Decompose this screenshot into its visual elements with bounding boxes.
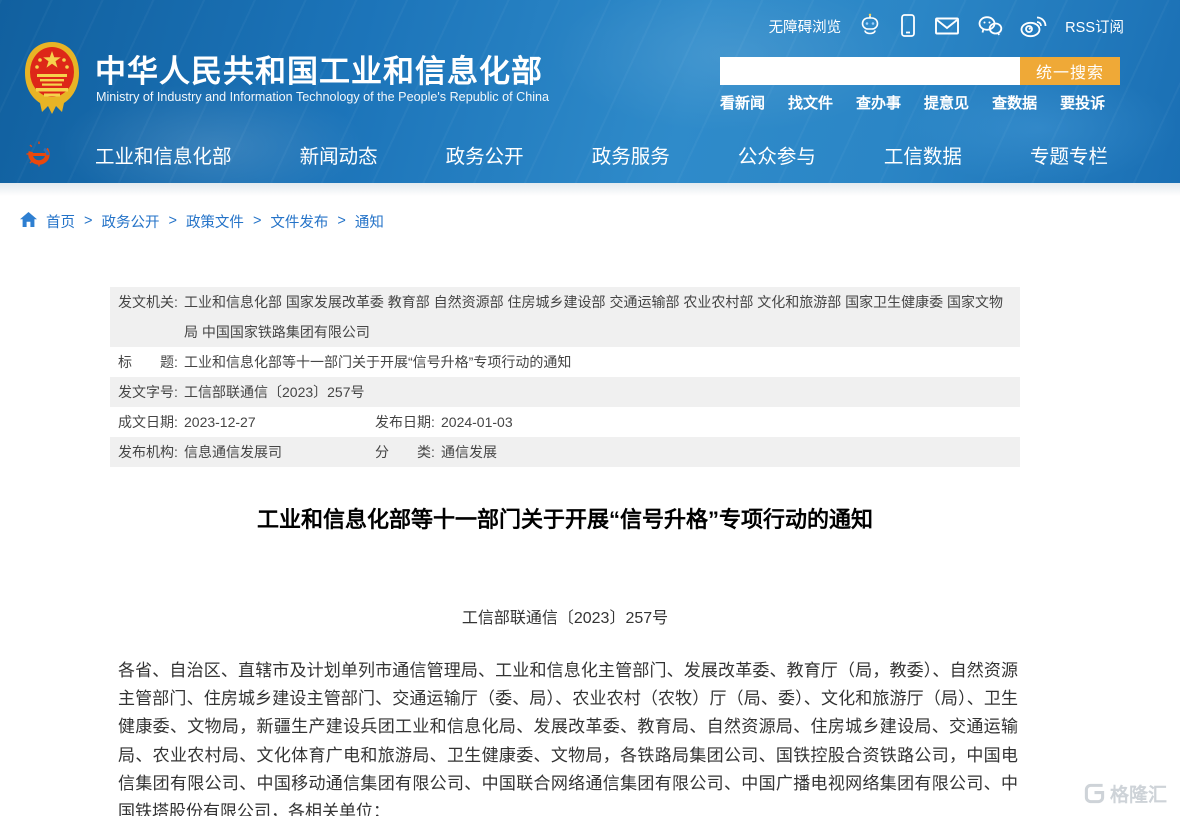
main-nav: 工业和信息化部 新闻动态 政务公开 政务服务 公众参与 工信数据 专题专栏 [0, 125, 1180, 183]
breadcrumb-gov-disclosure[interactable]: 政务公开 [101, 211, 159, 232]
breadcrumb-notice[interactable]: 通知 [355, 211, 384, 232]
gelonghui-logo-icon [1084, 783, 1105, 804]
mobile-icon[interactable] [899, 13, 917, 39]
home-icon[interactable] [20, 212, 37, 231]
quick-link-services[interactable]: 查办事 [856, 92, 901, 113]
quick-link-files[interactable]: 找文件 [788, 92, 833, 113]
breadcrumb-separator: > [253, 213, 261, 229]
quick-links: 看新闻 找文件 查办事 提意见 查数据 要投诉 [720, 92, 1105, 113]
search-input[interactable] [720, 57, 1020, 85]
quick-link-data[interactable]: 查数据 [992, 92, 1037, 113]
accessibility-link[interactable]: 无障碍浏览 [769, 16, 842, 37]
meta-value: 通信发展 [441, 437, 1020, 467]
page: 无障碍浏览 [0, 0, 1180, 816]
meta-label: 标 题: [110, 347, 184, 377]
miit-swirl-logo-icon [25, 140, 53, 168]
site-subtitle: Ministry of Industry and Information Tec… [96, 90, 549, 104]
meta-label: 发布日期: [367, 407, 441, 437]
topbar: 无障碍浏览 [769, 13, 1124, 39]
wechat-icon[interactable] [977, 15, 1003, 37]
weibo-icon[interactable] [1020, 14, 1048, 38]
nav-item-miit-data[interactable]: 工信数据 [884, 140, 962, 169]
meta-value: 工业和信息化部 国家发展改革委 教育部 自然资源部 住房城乡建设部 交通运输部 … [184, 287, 1020, 347]
nav-item-public-participation[interactable]: 公众参与 [738, 140, 816, 169]
quick-link-news[interactable]: 看新闻 [720, 92, 765, 113]
meta-row-issuing-agency: 发文机关: 工业和信息化部 国家发展改革委 教育部 自然资源部 住房城乡建设部 … [110, 287, 1020, 347]
meta-label: 发布机构: [110, 437, 184, 467]
nav-item-special-columns[interactable]: 专题专栏 [1030, 140, 1108, 169]
meta-row-title: 标 题: 工业和信息化部等十一部门关于开展“信号升格”专项行动的通知 [110, 347, 1020, 377]
national-emblem-icon [22, 40, 82, 116]
nav-item-news[interactable]: 新闻动态 [300, 140, 378, 169]
meta-row-doc-number: 发文字号: 工信部联通信〔2023〕257号 [110, 377, 1020, 407]
robot-assistant-icon[interactable] [858, 13, 882, 39]
breadcrumb-separator: > [84, 213, 92, 229]
meta-value: 工业和信息化部等十一部门关于开展“信号升格”专项行动的通知 [184, 347, 1020, 377]
quick-link-suggestions[interactable]: 提意见 [924, 92, 969, 113]
quick-link-complaints[interactable]: 要投诉 [1060, 92, 1105, 113]
gelonghui-watermark: 格隆汇 [1084, 780, 1167, 807]
rss-link[interactable]: RSS订阅 [1065, 16, 1124, 37]
site-title: 中华人民共和国工业和信息化部 [95, 46, 543, 91]
breadcrumb-separator: > [337, 213, 345, 229]
meta-value: 2024-01-03 [441, 407, 1020, 437]
document-body: 各省、自治区、直辖市及计划单列市通信管理局、工业和信息化主管部门、发展改革委、教… [118, 657, 1018, 816]
gelonghui-brand-text: 格隆汇 [1110, 780, 1167, 807]
meta-row-dates: 成文日期: 2023-12-27 发布日期: 2024-01-03 [110, 407, 1020, 437]
search-button[interactable]: 统一搜索 [1020, 57, 1120, 85]
meta-label: 分 类: [367, 437, 441, 467]
nav-item-miit[interactable]: 工业和信息化部 [95, 140, 232, 169]
meta-value: 2023-12-27 [184, 407, 367, 437]
meta-value: 工信部联通信〔2023〕257号 [184, 377, 1020, 407]
document-number: 工信部联通信〔2023〕257号 [110, 604, 1020, 628]
mail-icon[interactable] [934, 16, 960, 36]
meta-label: 成文日期: [110, 407, 184, 437]
nav-items: 工业和信息化部 新闻动态 政务公开 政务服务 公众参与 工信数据 专题专栏 [95, 125, 1108, 183]
breadcrumb-policy-files[interactable]: 政策文件 [186, 211, 244, 232]
breadcrumb: 首页 > 政务公开 > 政策文件 > 文件发布 > 通知 [20, 207, 384, 235]
document-title: 工业和信息化部等十一部门关于开展“信号升格”专项行动的通知 [110, 502, 1020, 534]
nav-item-gov-services[interactable]: 政务服务 [592, 140, 670, 169]
meta-label: 发文机关: [110, 287, 184, 347]
breadcrumb-file-release[interactable]: 文件发布 [270, 211, 328, 232]
nav-item-gov-disclosure[interactable]: 政务公开 [446, 140, 524, 169]
header-separator [0, 183, 1180, 196]
meta-row-publisher-category: 发布机构: 信息通信发展司 分 类: 通信发展 [110, 437, 1020, 467]
breadcrumb-separator: > [168, 213, 176, 229]
site-header: 无障碍浏览 [0, 0, 1180, 183]
document-meta-table: 发文机关: 工业和信息化部 国家发展改革委 教育部 自然资源部 住房城乡建设部 … [110, 287, 1020, 467]
meta-label: 发文字号: [110, 377, 184, 407]
breadcrumb-home[interactable]: 首页 [46, 211, 75, 232]
meta-value: 信息通信发展司 [184, 437, 367, 467]
